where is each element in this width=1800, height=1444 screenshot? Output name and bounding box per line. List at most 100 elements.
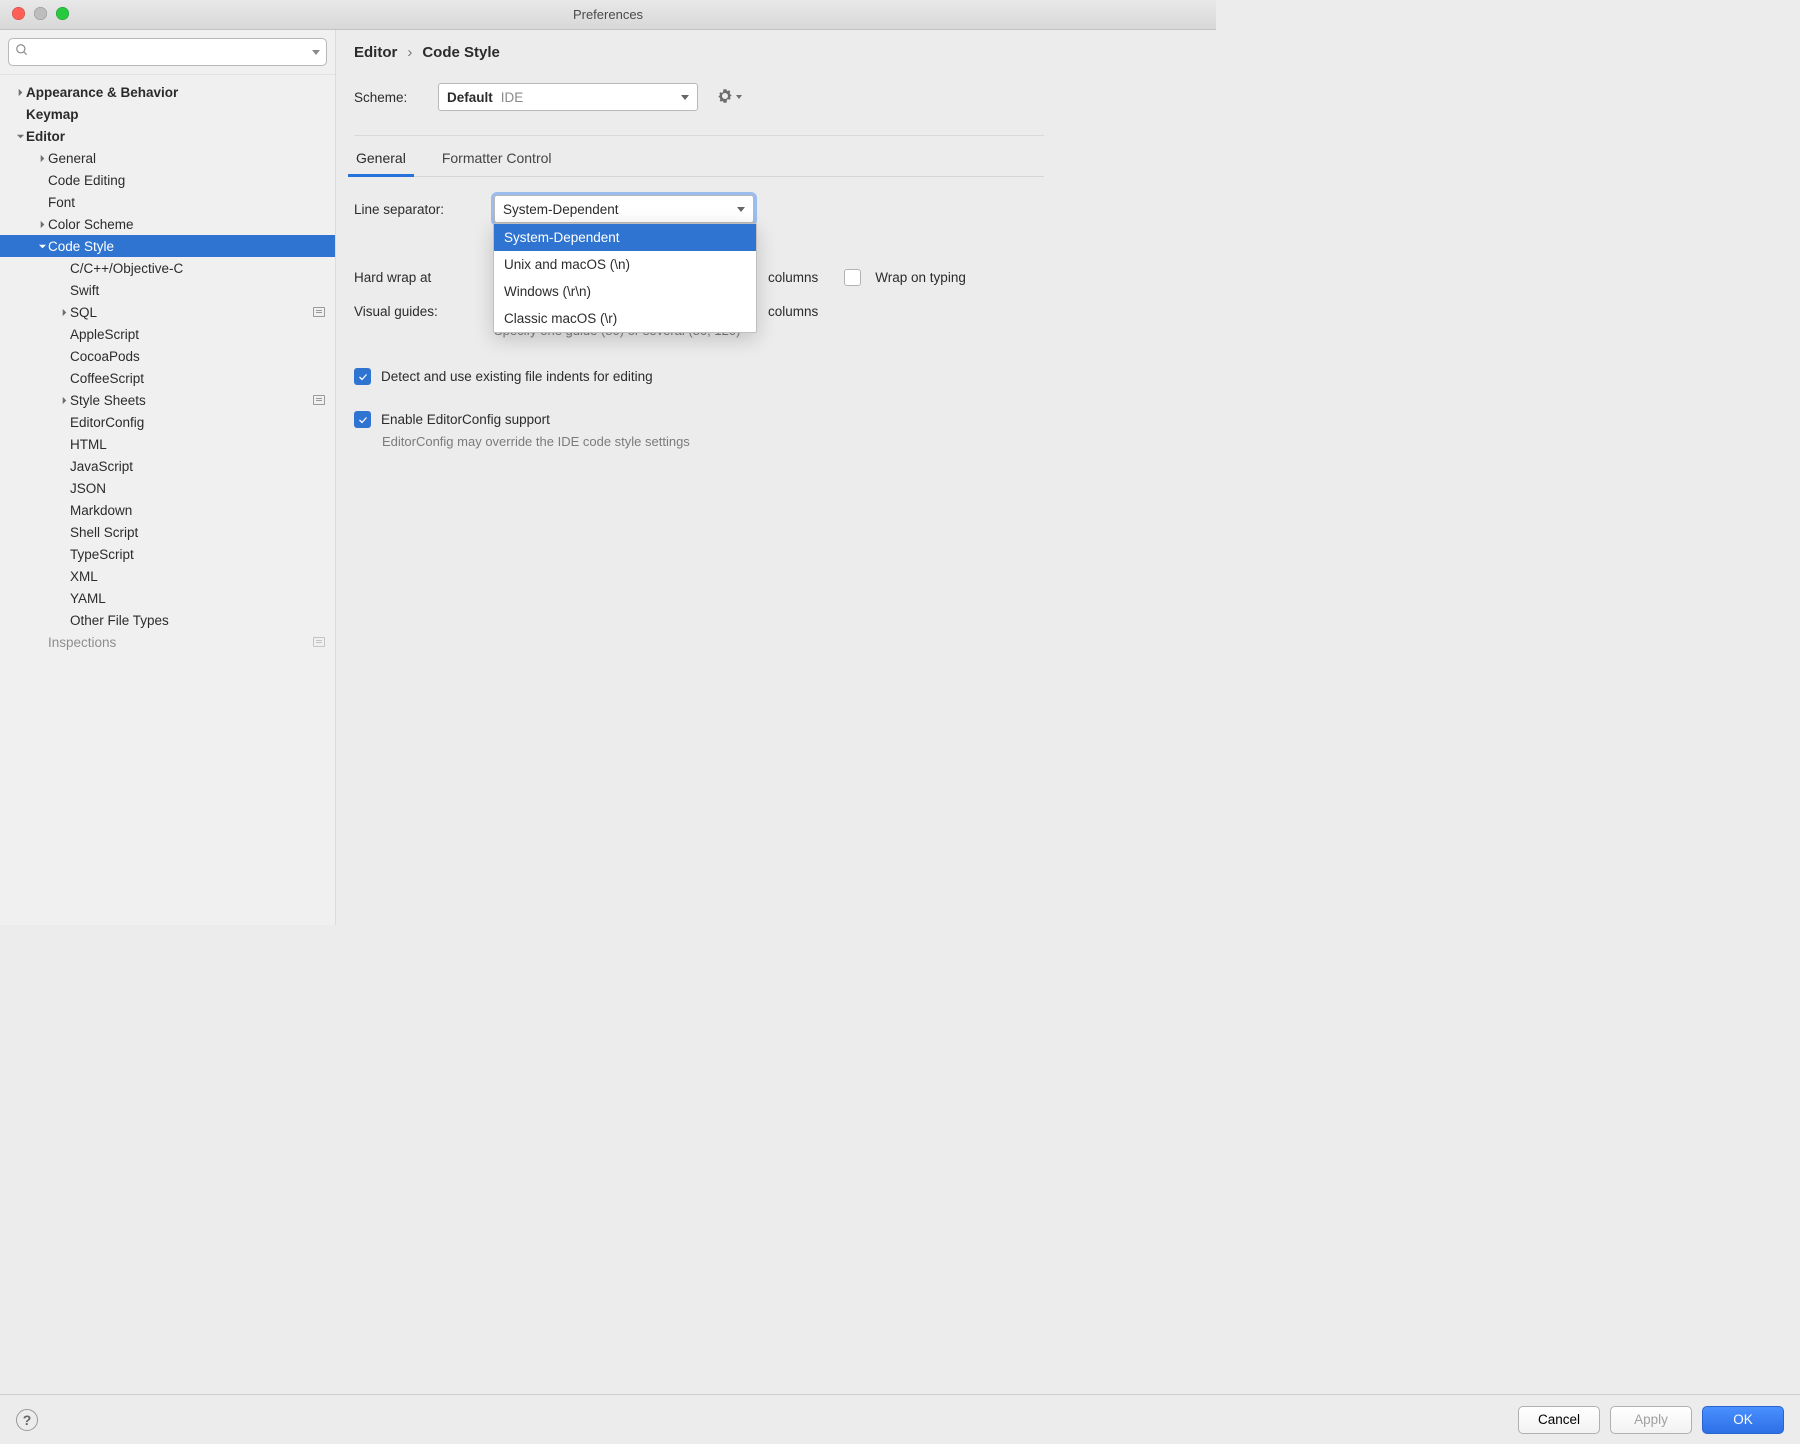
tree-item[interactable]: XML	[0, 565, 335, 587]
tree-item-label: SQL	[70, 305, 97, 320]
tree-item[interactable]: Editor	[0, 125, 335, 147]
tree-item[interactable]: Code Editing	[0, 169, 335, 191]
maximize-window-button[interactable]	[56, 7, 69, 20]
tree-item[interactable]: General	[0, 147, 335, 169]
detect-indent-checkbox[interactable]	[354, 368, 371, 385]
search-icon	[15, 43, 29, 62]
tree-item[interactable]: C/C++/Objective-C	[0, 257, 335, 279]
tree-item[interactable]: AppleScript	[0, 323, 335, 345]
breadcrumb-section[interactable]: Editor	[354, 44, 397, 61]
tree-item-label: JSON	[70, 481, 106, 496]
tab[interactable]: Formatter Control	[440, 150, 554, 176]
editorconfig-checkbox[interactable]	[354, 411, 371, 428]
chevron-right-icon: ›	[407, 44, 412, 61]
minimize-window-button[interactable]	[34, 7, 47, 20]
scheme-label: Scheme:	[354, 90, 428, 105]
columns-label-1: columns	[768, 270, 818, 285]
scheme-row: Scheme: Default IDE	[354, 83, 1194, 111]
tree-item[interactable]: SQL	[0, 301, 335, 323]
sidebar: Appearance & Behavior Keymap Editor General…	[0, 30, 336, 925]
ok-button[interactable]: OK	[1702, 1406, 1784, 1434]
scope-badge-icon	[313, 637, 325, 647]
tree-item[interactable]: Appearance & Behavior	[0, 81, 335, 103]
gear-icon	[716, 87, 734, 108]
hard-wrap-label: Hard wrap at	[354, 270, 480, 285]
dropdown-option[interactable]: Unix and macOS (\n)	[494, 251, 756, 278]
chevron-right-icon	[36, 220, 48, 229]
tree-item-label: CoffeeScript	[70, 371, 144, 386]
tree-item[interactable]: Style Sheets	[0, 389, 335, 411]
tree-item[interactable]: Font	[0, 191, 335, 213]
dropdown-option[interactable]: Classic macOS (\r)	[494, 305, 756, 332]
scheme-value: Default	[447, 90, 493, 105]
tree-item[interactable]: Shell Script	[0, 521, 335, 543]
tab[interactable]: General	[354, 150, 408, 176]
line-separator-label: Line separator:	[354, 202, 480, 217]
line-separator-select[interactable]: System-Dependent System-DependentUnix an…	[494, 195, 754, 223]
scheme-actions-button[interactable]	[716, 87, 742, 108]
editorconfig-hint: EditorConfig may override the IDE code s…	[382, 434, 1194, 449]
tree-item[interactable]: JSON	[0, 477, 335, 499]
columns-label-2: columns	[768, 304, 818, 319]
line-separator-dropdown: System-DependentUnix and macOS (\n)Windo…	[493, 223, 757, 333]
dropdown-option[interactable]: System-Dependent	[494, 224, 756, 251]
tree-item-label: Color Scheme	[48, 217, 134, 232]
hard-wrap-row: Hard wrap at columns Wrap on typing	[354, 269, 1194, 286]
tree-item-label: Swift	[70, 283, 99, 298]
sidebar-search[interactable]	[8, 38, 327, 66]
help-button[interactable]: ?	[16, 1409, 38, 1431]
search-drop-icon[interactable]	[312, 50, 320, 55]
tree-item-label: Code Style	[48, 239, 114, 254]
tree-item[interactable]: CoffeeScript	[0, 367, 335, 389]
close-window-button[interactable]	[12, 7, 25, 20]
search-input[interactable]	[34, 45, 312, 60]
wrap-on-typing-row: Wrap on typing	[844, 269, 966, 286]
tree-item-label: Editor	[26, 129, 65, 144]
tree-item-label: Shell Script	[70, 525, 138, 540]
dialog-footer: ? Cancel Apply OK	[0, 1394, 1800, 1444]
tree-item[interactable]: HTML	[0, 433, 335, 455]
tree-item[interactable]: JavaScript	[0, 455, 335, 477]
tree-item-label: Other File Types	[70, 613, 169, 628]
tree-item[interactable]: Keymap	[0, 103, 335, 125]
tree-item[interactable]: Inspections	[0, 631, 335, 653]
tree-item[interactable]: Other File Types	[0, 609, 335, 631]
chevron-right-icon	[58, 308, 70, 317]
breadcrumb: Editor › Code Style	[354, 44, 1194, 61]
tree-item-label: C/C++/Objective-C	[70, 261, 183, 276]
apply-button[interactable]: Apply	[1610, 1406, 1692, 1434]
scheme-select[interactable]: Default IDE	[438, 83, 698, 111]
tree-item[interactable]: Code Style	[0, 235, 335, 257]
tree-item[interactable]: Markdown	[0, 499, 335, 521]
chevron-right-icon	[36, 154, 48, 163]
chevron-down-icon	[681, 95, 689, 100]
window-title: Preferences	[573, 7, 643, 22]
settings-tree: Appearance & Behavior Keymap Editor General…	[0, 75, 335, 925]
chevron-right-icon	[58, 396, 70, 405]
sidebar-search-wrap	[0, 30, 335, 75]
tree-item[interactable]: CocoaPods	[0, 345, 335, 367]
tree-item-label: Code Editing	[48, 173, 125, 188]
tree-item[interactable]: YAML	[0, 587, 335, 609]
tree-item-label: Style Sheets	[70, 393, 146, 408]
dropdown-option[interactable]: Windows (\r\n)	[494, 278, 756, 305]
tree-item-label: HTML	[70, 437, 107, 452]
tree-item[interactable]: Swift	[0, 279, 335, 301]
tree-item[interactable]: Color Scheme	[0, 213, 335, 235]
scheme-hint: IDE	[501, 90, 524, 105]
cancel-button[interactable]: Cancel	[1518, 1406, 1600, 1434]
editorconfig-row: Enable EditorConfig support	[354, 411, 1194, 428]
tree-item-label: Appearance & Behavior	[26, 85, 178, 100]
tree-item-label: Font	[48, 195, 75, 210]
line-separator-row: Line separator: System-Dependent System-…	[354, 195, 1194, 223]
chevron-down-icon	[736, 95, 742, 99]
chevron-down-icon	[737, 207, 745, 212]
tree-item[interactable]: TypeScript	[0, 543, 335, 565]
visual-guides-row: Visual guides: columns	[354, 304, 1194, 319]
tree-item-label: JavaScript	[70, 459, 133, 474]
wrap-on-typing-checkbox[interactable]	[844, 269, 861, 286]
tree-item-label: General	[48, 151, 96, 166]
detect-indent-row: Detect and use existing file indents for…	[354, 368, 1194, 385]
tree-item[interactable]: EditorConfig	[0, 411, 335, 433]
wrap-on-typing-label: Wrap on typing	[875, 270, 966, 285]
